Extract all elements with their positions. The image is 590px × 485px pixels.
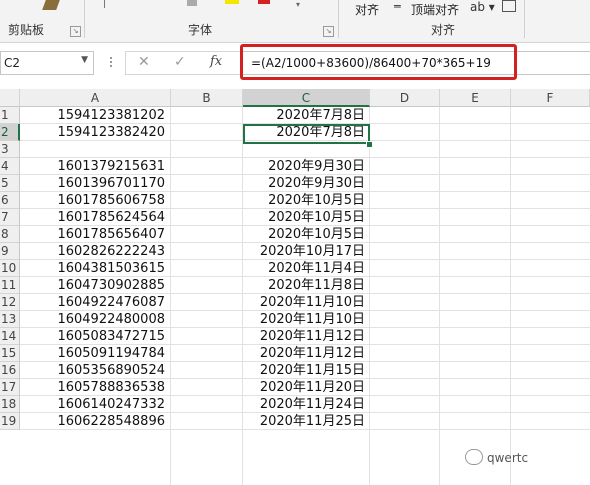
cell-a2[interactable]: 1594123382420: [20, 124, 165, 141]
row-header[interactable]: 2: [0, 124, 20, 141]
name-box-value: C2: [4, 56, 21, 70]
cell-a3[interactable]: [20, 141, 165, 158]
row-header[interactable]: 5: [0, 175, 20, 192]
row-header[interactable]: 12: [0, 294, 20, 311]
cancel-icon[interactable]: ✕: [138, 54, 150, 70]
row-header[interactable]: 9: [0, 243, 20, 260]
orientation-icon[interactable]: ab ▾: [470, 0, 495, 14]
cell-c14[interactable]: 2020年11月12日: [243, 328, 365, 345]
chevron-down-icon[interactable]: ▼: [81, 55, 88, 65]
highlight-color-icon[interactable]: [225, 0, 239, 4]
cell-a8[interactable]: 1601785656407: [20, 226, 165, 243]
cell-a17[interactable]: 1605788836538: [20, 379, 165, 396]
enter-icon[interactable]: ✓: [174, 54, 186, 70]
font-launcher-icon[interactable]: ↘: [323, 26, 334, 37]
row-header[interactable]: 11: [0, 277, 20, 294]
cell-c5[interactable]: 2020年9月30日: [243, 175, 365, 192]
cell-a4[interactable]: 1601379215631: [20, 158, 165, 175]
wrap-text-icon[interactable]: [502, 0, 516, 12]
cell-c13[interactable]: 2020年11月10日: [243, 311, 365, 328]
font-color-icon[interactable]: [258, 0, 270, 4]
cell-c7[interactable]: 2020年10月5日: [243, 209, 365, 226]
group-divider: [524, 0, 525, 38]
cell-c10[interactable]: 2020年11月4日: [243, 260, 365, 277]
wechat-icon: [465, 449, 483, 465]
font-group-label: 字体: [188, 23, 213, 37]
font-size-increase-icon[interactable]: [187, 0, 197, 6]
column-header-c[interactable]: C: [243, 89, 370, 107]
select-all-corner[interactable]: [0, 89, 20, 107]
cell-a19[interactable]: 1606228548896: [20, 413, 165, 430]
row-header[interactable]: 19: [0, 413, 20, 430]
formula-bar-grip-icon[interactable]: [110, 57, 114, 67]
column-header-d[interactable]: D: [370, 89, 440, 107]
row-header[interactable]: 10: [0, 260, 20, 277]
row-header[interactable]: 15: [0, 345, 20, 362]
column-header-f[interactable]: F: [511, 89, 590, 107]
cell-a14[interactable]: 1605083472715: [20, 328, 165, 345]
cell-a10[interactable]: 1604381503615: [20, 260, 165, 277]
cell-a5[interactable]: 1601396701170: [20, 175, 165, 192]
watermark-text: qwertc: [487, 451, 529, 465]
group-divider: [338, 0, 339, 38]
cell-c4[interactable]: 2020年9月30日: [243, 158, 365, 175]
cell-a9[interactable]: 1602826222243: [20, 243, 165, 260]
column-header-a[interactable]: A: [20, 89, 171, 107]
cell-c16[interactable]: 2020年11月15日: [243, 362, 365, 379]
cell-a13[interactable]: 1604922480008: [20, 311, 165, 328]
cell-c15[interactable]: 2020年11月12日: [243, 345, 365, 362]
clipboard-group-label: 剪贴板: [8, 23, 45, 37]
group-divider: [84, 0, 85, 38]
row-header[interactable]: 1: [0, 107, 20, 124]
cell-c19[interactable]: 2020年11月25日: [243, 413, 365, 430]
dropdown-arrow-icon[interactable]: ▾: [296, 0, 300, 9]
column-header-b[interactable]: B: [171, 89, 243, 107]
cell-a11[interactable]: 1604730902885: [20, 277, 165, 294]
spreadsheet-grid: A B C D E F 1 1594123381202 2020年7月8日 2 1594123382…: [0, 89, 590, 485]
clipboard-launcher-icon[interactable]: ↘: [70, 26, 81, 37]
cell-c12[interactable]: 2020年11月10日: [243, 294, 365, 311]
row-header[interactable]: 14: [0, 328, 20, 345]
row-header[interactable]: 7: [0, 209, 20, 226]
top-align-button[interactable]: 顶端对齐: [411, 1, 459, 18]
cell-a1[interactable]: 1594123381202: [20, 107, 165, 124]
formula-highlight-box: [240, 44, 517, 80]
cell-a6[interactable]: 1601785606758: [20, 192, 165, 209]
cell-c1[interactable]: 2020年7月8日: [243, 107, 365, 124]
cell-c17[interactable]: 2020年11月20日: [243, 379, 365, 396]
cell-c11[interactable]: 2020年11月8日: [243, 277, 365, 294]
row-header[interactable]: 16: [0, 362, 20, 379]
cell-a7[interactable]: 1601785624564: [20, 209, 165, 226]
cell-c9[interactable]: 2020年10月17日: [243, 243, 365, 260]
align-group-label: 对齐: [431, 23, 456, 37]
row-header[interactable]: 8: [0, 226, 20, 243]
bold-divider-icon: [104, 0, 105, 8]
cell-a12[interactable]: 1604922476087: [20, 294, 165, 311]
row-header[interactable]: 3: [0, 141, 20, 158]
top-align-icon[interactable]: ═: [394, 0, 401, 13]
name-box[interactable]: C2 ▼: [0, 51, 94, 75]
row-header[interactable]: 17: [0, 379, 20, 396]
row-header[interactable]: 13: [0, 311, 20, 328]
format-painter-icon[interactable]: [42, 0, 60, 10]
row-header[interactable]: 18: [0, 396, 20, 413]
formula-buttons: ✕ ✓ fx: [125, 51, 242, 75]
cell-a16[interactable]: 1605356890524: [20, 362, 165, 379]
insert-function-icon[interactable]: fx: [210, 54, 222, 69]
active-cell-c2[interactable]: [243, 124, 370, 144]
cell-c8[interactable]: 2020年10月5日: [243, 226, 365, 243]
row-header[interactable]: 6: [0, 192, 20, 209]
align-button[interactable]: 对齐: [355, 1, 379, 18]
cell-c18[interactable]: 2020年11月24日: [243, 396, 365, 413]
cell-a15[interactable]: 1605091194784: [20, 345, 165, 362]
row-header[interactable]: 4: [0, 158, 20, 175]
cell-c6[interactable]: 2020年10月5日: [243, 192, 365, 209]
cell-a18[interactable]: 1606140247332: [20, 396, 165, 413]
fill-handle[interactable]: [366, 141, 373, 148]
column-header-e[interactable]: E: [440, 89, 511, 107]
ribbon: 剪贴板 ↘ ▾ 字体 ↘ 对齐 ═ 顶端对齐 ab ▾ 对齐: [0, 0, 590, 43]
